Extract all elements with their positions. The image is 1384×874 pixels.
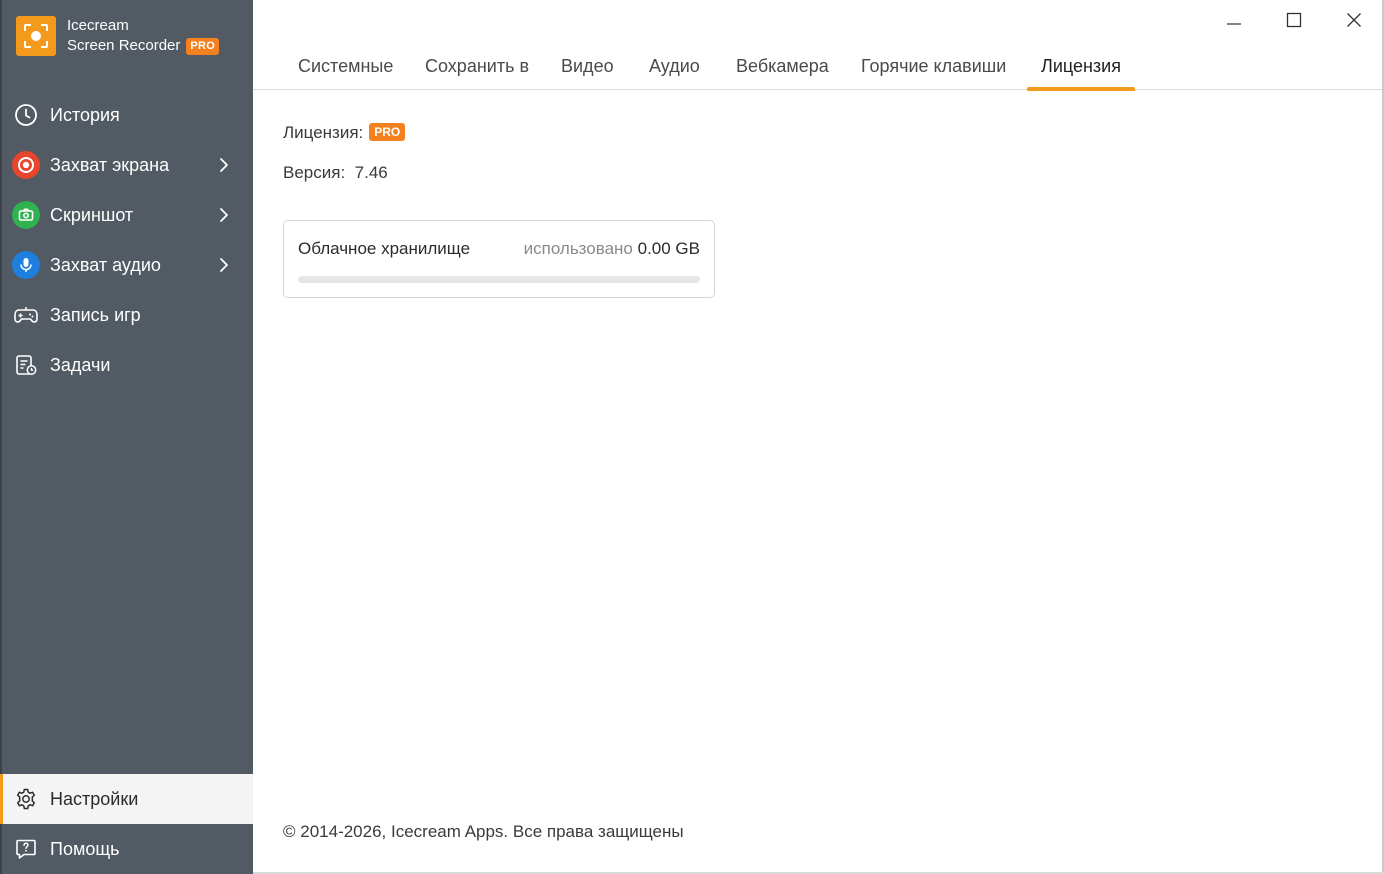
cloud-storage-usage: использовано 0.00 GB bbox=[524, 239, 700, 259]
sidebar-item-tasks[interactable]: Задачи bbox=[2, 340, 253, 390]
tab-save-to[interactable]: Сохранить в bbox=[411, 47, 543, 90]
tasks-icon bbox=[12, 351, 40, 379]
app-logo-icon bbox=[16, 16, 56, 56]
version-label: Версия: bbox=[283, 163, 346, 182]
chevron-right-icon bbox=[220, 258, 228, 272]
tab-license[interactable]: Лицензия bbox=[1027, 47, 1135, 91]
cloud-storage-title: Облачное хранилище bbox=[298, 239, 471, 258]
sidebar-item-label: Запись игр bbox=[50, 305, 141, 325]
license-row: Лицензия: PRO bbox=[283, 123, 406, 143]
cloud-used-label: использовано bbox=[523, 239, 633, 258]
app-name-line1: Icecream bbox=[67, 17, 129, 34]
sidebar-item-screenshot[interactable]: Скриншот bbox=[2, 190, 253, 240]
tab-video[interactable]: Видео bbox=[547, 47, 628, 90]
chevron-right-icon bbox=[220, 208, 228, 222]
sidebar-item-label: Задачи bbox=[50, 355, 111, 375]
close-button[interactable] bbox=[1332, 5, 1376, 35]
sidebar-item-label: Настройки bbox=[50, 789, 139, 809]
app-name-line2: Screen Recorder PRO bbox=[67, 37, 220, 55]
cloud-used-value: 0.00 GB bbox=[637, 239, 700, 258]
sidebar-item-label: Захват аудио bbox=[50, 255, 161, 275]
sidebar-item-screen-capture[interactable]: Захват экрана bbox=[2, 140, 253, 190]
tab-webcam[interactable]: Вебкамера bbox=[722, 47, 843, 90]
license-pro-badge: PRO bbox=[369, 123, 406, 141]
sidebar: Icecream Screen Recorder PRO История Захв… bbox=[0, 0, 253, 874]
license-label: Лицензия: bbox=[283, 123, 364, 142]
minimize-button[interactable] bbox=[1212, 5, 1256, 35]
maximize-icon bbox=[1286, 12, 1302, 28]
sidebar-item-label: Скриншот bbox=[50, 205, 134, 225]
sidebar-item-history[interactable]: История bbox=[2, 90, 253, 140]
cloud-storage-card: Облачное хранилище использовано 0.00 GB bbox=[283, 220, 715, 298]
help-icon bbox=[12, 835, 40, 863]
sidebar-item-audio-capture[interactable]: Захват аудио bbox=[2, 240, 253, 290]
tab-system[interactable]: Системные bbox=[284, 47, 407, 90]
maximize-button[interactable] bbox=[1272, 5, 1316, 35]
sidebar-item-label: Захват экрана bbox=[50, 155, 170, 175]
tab-audio[interactable]: Аудио bbox=[635, 47, 714, 90]
app-name-text: Screen Recorder bbox=[67, 37, 181, 54]
microphone-icon bbox=[12, 251, 40, 279]
app-brand: Icecream Screen Recorder PRO bbox=[16, 15, 246, 57]
pro-badge: PRO bbox=[186, 38, 220, 55]
sidebar-item-game-recording[interactable]: Запись игр bbox=[2, 290, 253, 340]
version-row: Версия: 7.46 bbox=[283, 163, 388, 183]
gear-icon bbox=[12, 785, 40, 813]
tab-hotkeys[interactable]: Горячие клавиши bbox=[847, 47, 1020, 90]
sidebar-item-label: Помощь bbox=[50, 839, 120, 859]
cloud-storage-progress bbox=[298, 276, 700, 283]
record-icon bbox=[12, 151, 40, 179]
sidebar-item-help[interactable]: Помощь bbox=[2, 824, 253, 874]
chevron-right-icon bbox=[220, 158, 228, 172]
copyright-text: © 2014-2026, Icecream Apps. Все права за… bbox=[283, 822, 684, 841]
settings-tabs: Системные Сохранить в Видео Аудио Вебкам… bbox=[253, 47, 1384, 91]
sidebar-item-settings[interactable]: Настройки bbox=[0, 774, 253, 824]
camera-icon bbox=[12, 201, 40, 229]
gamepad-icon bbox=[12, 301, 40, 329]
minimize-icon bbox=[1227, 23, 1241, 25]
clock-icon bbox=[12, 101, 40, 129]
version-value: 7.46 bbox=[354, 163, 388, 182]
sidebar-item-label: История bbox=[50, 105, 120, 125]
close-icon bbox=[1347, 13, 1361, 27]
